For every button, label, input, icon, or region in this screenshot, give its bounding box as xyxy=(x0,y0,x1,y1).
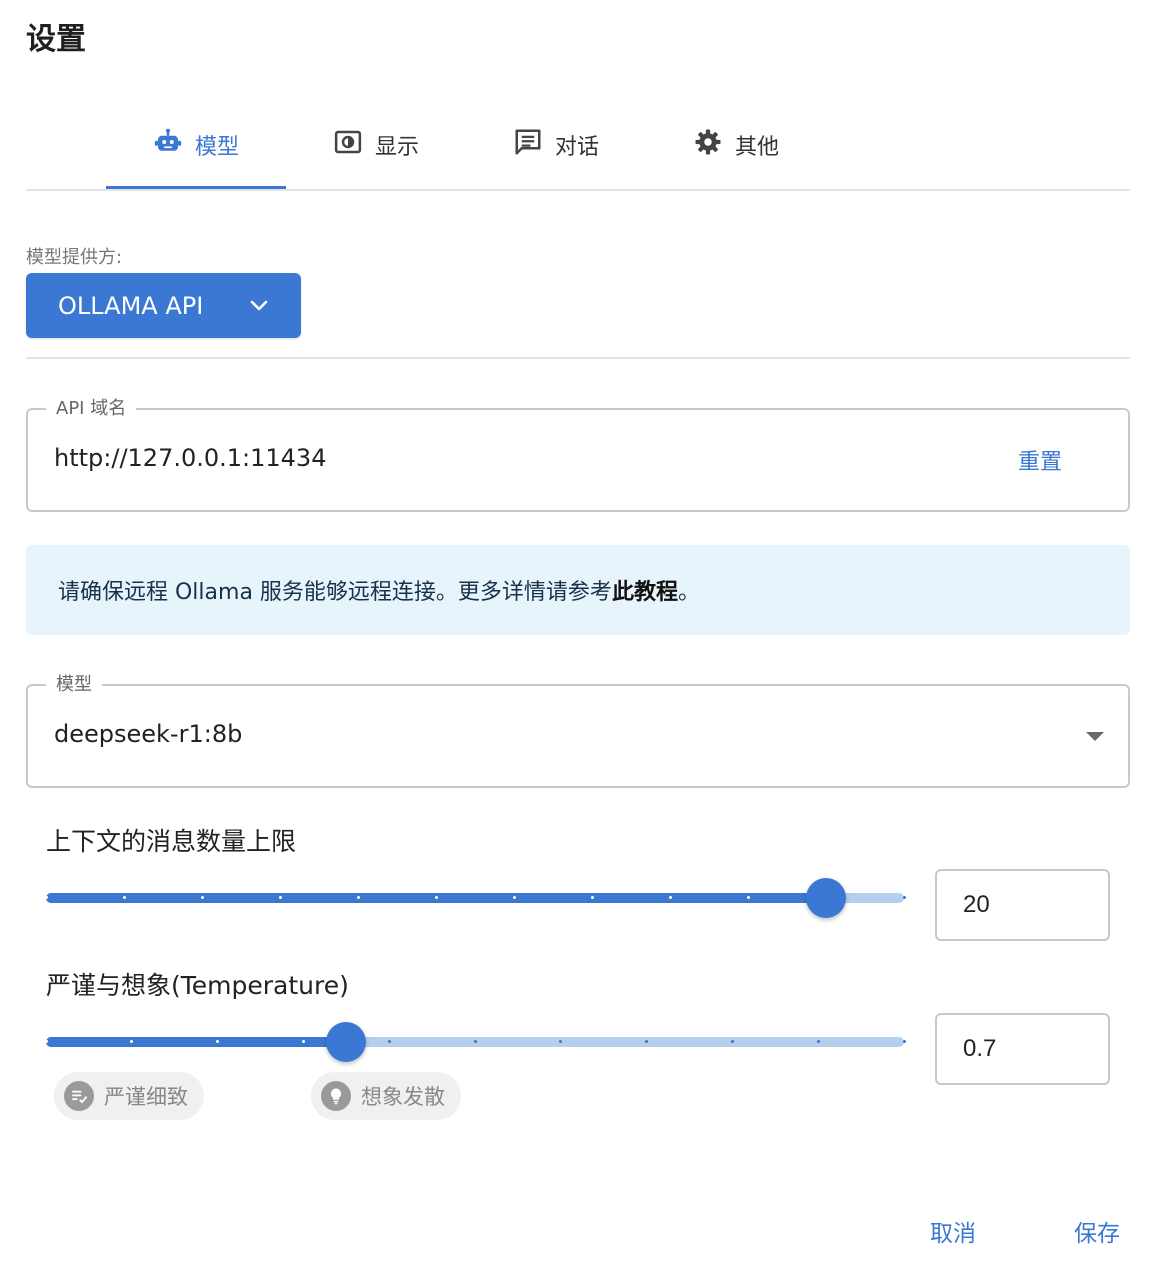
context-limit-input[interactable]: 20 xyxy=(935,869,1110,941)
slider-step-mark xyxy=(301,1040,305,1043)
tab-other-label: 其他 xyxy=(734,135,779,160)
temperature-slider[interactable] xyxy=(44,1016,906,1066)
slider-thumb[interactable] xyxy=(806,878,846,918)
api-host-field[interactable]: API 域名 http://127.0.0.1:11434 重置 xyxy=(26,394,1130,512)
slider-step-mark xyxy=(278,896,282,899)
robot-icon xyxy=(153,127,183,163)
info-suffix: 。 xyxy=(677,580,700,605)
checklist-icon xyxy=(64,1081,94,1111)
slider-step-mark xyxy=(512,896,516,899)
slider-step-mark xyxy=(902,896,906,899)
model-select[interactable]: 模型 deepseek-r1:8b xyxy=(26,670,1130,788)
slider-step-mark xyxy=(668,896,672,899)
tab-display-label: 显示 xyxy=(374,135,419,160)
display-icon xyxy=(333,127,363,163)
temperature-input[interactable]: 0.7 xyxy=(935,1013,1110,1085)
tab-display[interactable]: 显示 xyxy=(286,100,466,190)
slider-step-mark xyxy=(44,1040,48,1043)
provider-value: OLLAMA API xyxy=(58,291,204,320)
context-limit-slider[interactable] xyxy=(44,872,906,922)
slider-step-mark xyxy=(434,896,438,899)
tab-divider xyxy=(26,189,1130,191)
tab-bar: 模型 显示 对话 其他 xyxy=(106,100,826,190)
reset-button[interactable]: 重置 xyxy=(1018,444,1062,476)
chat-icon xyxy=(513,127,543,163)
tab-other[interactable]: 其他 xyxy=(646,100,826,190)
slider-step-mark xyxy=(902,1040,906,1043)
model-legend: 模型 xyxy=(46,670,102,696)
dropdown-arrow-icon[interactable] xyxy=(1086,732,1104,741)
slider-step-mark xyxy=(122,896,126,899)
slider-step-mark xyxy=(356,896,360,899)
slider-step-mark xyxy=(816,1040,820,1043)
info-alert: 请确保远程 Ollama 服务能够远程连接。更多详情请参考 此教程。 xyxy=(26,545,1130,635)
creative-chip-label: 想象发散 xyxy=(361,1085,445,1109)
context-limit-label: 上下文的消息数量上限 xyxy=(46,827,297,856)
cancel-button[interactable]: 取消 xyxy=(930,1214,976,1248)
slider-step-mark xyxy=(730,1040,734,1043)
save-button[interactable]: 保存 xyxy=(1074,1214,1120,1248)
precise-chip-label: 严谨细致 xyxy=(104,1085,188,1109)
temperature-label: 严谨与想象(Temperature) xyxy=(46,971,349,1000)
slider-step-mark xyxy=(590,896,594,899)
info-text: 请确保远程 Ollama 服务能够远程连接。更多详情请参考 xyxy=(58,580,612,605)
tab-chat-label: 对话 xyxy=(554,135,599,160)
tab-chat[interactable]: 对话 xyxy=(466,100,646,190)
provider-select-button[interactable]: OLLAMA API xyxy=(26,273,301,338)
model-value: deepseek-r1:8b xyxy=(54,720,243,748)
lightbulb-icon xyxy=(321,1081,351,1111)
precise-chip[interactable]: 严谨细致 xyxy=(54,1072,204,1120)
api-host-input[interactable]: http://127.0.0.1:11434 xyxy=(54,444,326,472)
gear-icon xyxy=(693,127,723,163)
tab-model[interactable]: 模型 xyxy=(106,100,286,190)
tutorial-link[interactable]: 此教程 xyxy=(612,574,678,606)
slider-step-mark xyxy=(746,896,750,899)
slider-step-mark xyxy=(473,1040,477,1043)
tab-model-label: 模型 xyxy=(194,135,239,160)
slider-thumb[interactable] xyxy=(326,1022,367,1062)
api-host-legend: API 域名 xyxy=(46,394,137,420)
dialog-title: 设置 xyxy=(26,22,86,57)
section-divider xyxy=(26,357,1130,359)
creative-chip[interactable]: 想象发散 xyxy=(311,1072,461,1120)
slider-step-mark xyxy=(44,896,48,899)
slider-step-mark xyxy=(200,896,204,899)
provider-label: 模型提供方: xyxy=(26,247,123,268)
slider-step-mark xyxy=(387,1040,391,1043)
